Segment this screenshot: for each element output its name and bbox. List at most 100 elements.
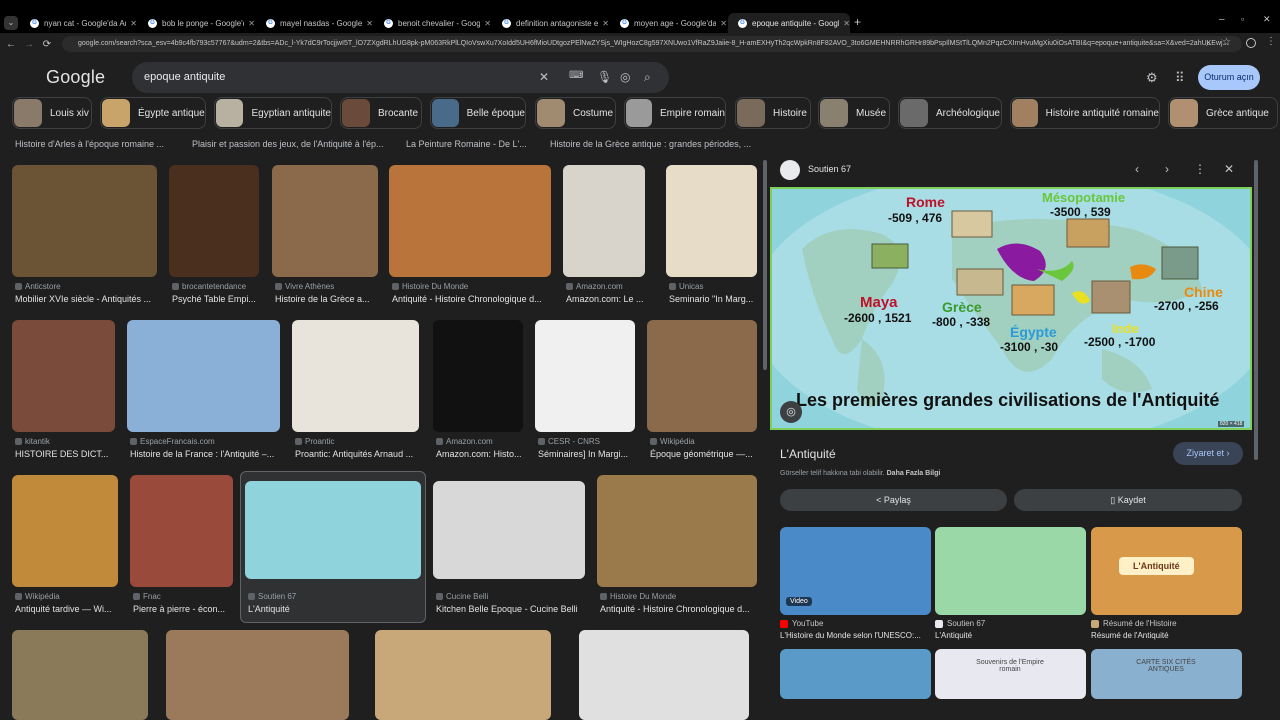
close-window-icon[interactable]: ✕: [1263, 14, 1271, 25]
address-bar[interactable]: google.com/search?sca_esv=4b9c4fb793c577…: [62, 36, 1242, 52]
result-caption-top[interactable]: Histoire de la Grèce antique : grandes p…: [550, 139, 760, 149]
preview-image[interactable]: Rome -509 , 476 Mésopotamie -3500 , 539 …: [770, 187, 1252, 430]
result-thumbnail[interactable]: [127, 320, 280, 432]
result-source[interactable]: Histoire Du Monde: [392, 282, 554, 291]
related-source[interactable]: Résumé de l'Histoire: [1091, 619, 1242, 628]
tab-6-active[interactable]: Gepoque antiquite - Google'da A✕: [728, 13, 850, 33]
more-options-icon[interactable]: ⋮: [1194, 162, 1206, 176]
result-thumbnail[interactable]: [597, 475, 757, 587]
profile-icon[interactable]: [1246, 38, 1256, 48]
result-title[interactable]: Pierre à pierre - écon...: [133, 604, 246, 614]
result-source[interactable]: Unicas: [669, 282, 760, 291]
new-tab-icon[interactable]: +: [854, 15, 861, 29]
panel-scrollbar[interactable]: [1253, 150, 1259, 695]
clear-search-icon[interactable]: ✕: [539, 70, 549, 84]
result-source[interactable]: Soutien 67: [248, 592, 424, 601]
result-source[interactable]: EspaceFrancais.com: [130, 437, 283, 446]
result-thumbnail[interactable]: [166, 630, 349, 720]
browser-menu-icon[interactable]: ⋮: [1266, 36, 1276, 47]
tab-4[interactable]: Gdefinition antagoniste en franc✕: [492, 13, 609, 33]
search-chip[interactable]: Égypte antique: [100, 97, 206, 129]
microphone-icon[interactable]: 🎙: [597, 70, 612, 84]
zoom-icon[interactable]: ⌕: [1206, 38, 1211, 49]
result-title[interactable]: Histoire de la Grèce a...: [275, 294, 391, 304]
result-title[interactable]: Psyché Table Empi...: [172, 294, 272, 304]
preview-site-name[interactable]: Soutien 67: [808, 164, 851, 174]
search-chip[interactable]: Musée: [818, 97, 890, 129]
results-scrollbar[interactable]: [762, 150, 768, 710]
related-image[interactable]: Souvenirs de l'Empire romain: [935, 649, 1086, 699]
related-image[interactable]: CARTE SIX CITÉS ANTIQUES: [1091, 649, 1242, 699]
result-source[interactable]: CESR - CNRS: [538, 437, 638, 446]
result-source[interactable]: Anticstore: [15, 282, 160, 291]
result-title[interactable]: Antiquité tardive — Wi...: [15, 604, 131, 614]
result-thumbnail[interactable]: [245, 481, 421, 579]
search-input[interactable]: epoque antiquite: [144, 71, 225, 83]
result-title[interactable]: Séminaires] In Margi...: [538, 449, 648, 459]
related-image[interactable]: Video: [780, 527, 931, 615]
settings-gear-icon[interactable]: ⚙: [1146, 70, 1158, 86]
close-tab-icon[interactable]: ✕: [843, 19, 850, 28]
result-caption-top[interactable]: La Peinture Romaine - De L'...: [406, 139, 536, 149]
result-title[interactable]: HISTOIRE DES DICT...: [15, 449, 128, 459]
apps-grid-icon[interactable]: ⠿: [1175, 70, 1185, 86]
search-chip[interactable]: Empire romain: [624, 97, 726, 129]
result-title[interactable]: Proantic: Antiquités Arnaud ...: [295, 449, 432, 459]
result-title[interactable]: L'Antiquité: [248, 604, 434, 614]
related-title[interactable]: L'Histoire du Monde selon l'UNESCO:...: [780, 631, 931, 640]
result-title[interactable]: Antiquité - Histoire Chronologique d...: [392, 294, 564, 304]
result-source[interactable]: Proantic: [295, 437, 422, 446]
tab-search-icon[interactable]: ⌄: [4, 16, 18, 30]
result-title[interactable]: Époque géométrique —...: [650, 449, 770, 459]
minimize-icon[interactable]: –: [1219, 14, 1225, 25]
result-title[interactable]: Amazon.com: Le ...: [566, 294, 658, 304]
result-thumbnail[interactable]: [12, 320, 115, 432]
save-button[interactable]: ▯ Kaydet: [1014, 489, 1242, 511]
result-caption-top[interactable]: Histoire d'Arles à l'époque romaine ...: [15, 139, 185, 149]
related-image[interactable]: [935, 527, 1086, 615]
sign-in-button[interactable]: Oturum açın: [1198, 65, 1260, 90]
result-source[interactable]: Vivre Athènes: [275, 282, 381, 291]
result-thumbnail[interactable]: [12, 165, 157, 277]
preview-title[interactable]: L'Antiquité: [780, 447, 836, 461]
search-chip[interactable]: Archéologique: [898, 97, 1002, 129]
result-thumbnail[interactable]: [433, 320, 523, 432]
result-source[interactable]: Wikipédia: [15, 592, 121, 601]
close-tab-icon[interactable]: ✕: [248, 19, 255, 28]
result-thumbnail[interactable]: [292, 320, 419, 432]
close-tab-icon[interactable]: ✕: [366, 19, 373, 28]
previous-arrow-icon[interactable]: ‹: [1135, 162, 1139, 176]
close-tab-icon[interactable]: ✕: [602, 19, 609, 28]
search-icon[interactable]: ⌕: [644, 70, 651, 85]
result-source[interactable]: brocantetendance: [172, 282, 262, 291]
result-thumbnail[interactable]: [169, 165, 259, 277]
related-image[interactable]: [780, 649, 931, 699]
share-button[interactable]: < Paylaş: [780, 489, 1007, 511]
result-thumbnail[interactable]: [375, 630, 551, 720]
result-source[interactable]: Amazon.com: [436, 437, 526, 446]
back-arrow-icon[interactable]: ←: [2, 39, 20, 50]
search-chip[interactable]: Histoire: [735, 97, 811, 129]
related-title[interactable]: Résumé de l'Antiquité: [1091, 631, 1242, 640]
next-arrow-icon[interactable]: ›: [1165, 162, 1169, 176]
keyboard-icon[interactable]: ⌨: [569, 70, 583, 81]
tab-2[interactable]: Gmayel nasdas - Google'da Ara✕: [256, 13, 373, 33]
result-thumbnail[interactable]: [666, 165, 757, 277]
close-tab-icon[interactable]: ✕: [484, 19, 491, 28]
camera-lens-icon[interactable]: ◎: [620, 70, 630, 84]
result-title[interactable]: Amazon.com: Histo...: [436, 449, 536, 459]
result-thumbnail[interactable]: [12, 630, 148, 720]
result-thumbnail[interactable]: [563, 165, 645, 277]
result-caption-top[interactable]: Plaisir et passion des jeux, de l'Antiqu…: [192, 139, 392, 149]
result-source[interactable]: Wikipédia: [650, 437, 760, 446]
search-chip[interactable]: Costume: [535, 97, 616, 129]
search-chip[interactable]: Belle époque: [430, 97, 526, 129]
visit-button[interactable]: Ziyaret et ›: [1173, 442, 1243, 465]
result-thumbnail[interactable]: [579, 630, 749, 720]
result-title[interactable]: Kitchen Belle Epoque - Cucine Belli: [436, 604, 598, 614]
result-thumbnail[interactable]: [272, 165, 378, 277]
result-thumbnail[interactable]: [535, 320, 635, 432]
tab-5[interactable]: Gmoyen age - Google'da Ara✕: [610, 13, 727, 33]
search-chip[interactable]: Histoire antiquité romaine: [1010, 97, 1160, 129]
google-logo[interactable]: Google: [46, 67, 105, 88]
